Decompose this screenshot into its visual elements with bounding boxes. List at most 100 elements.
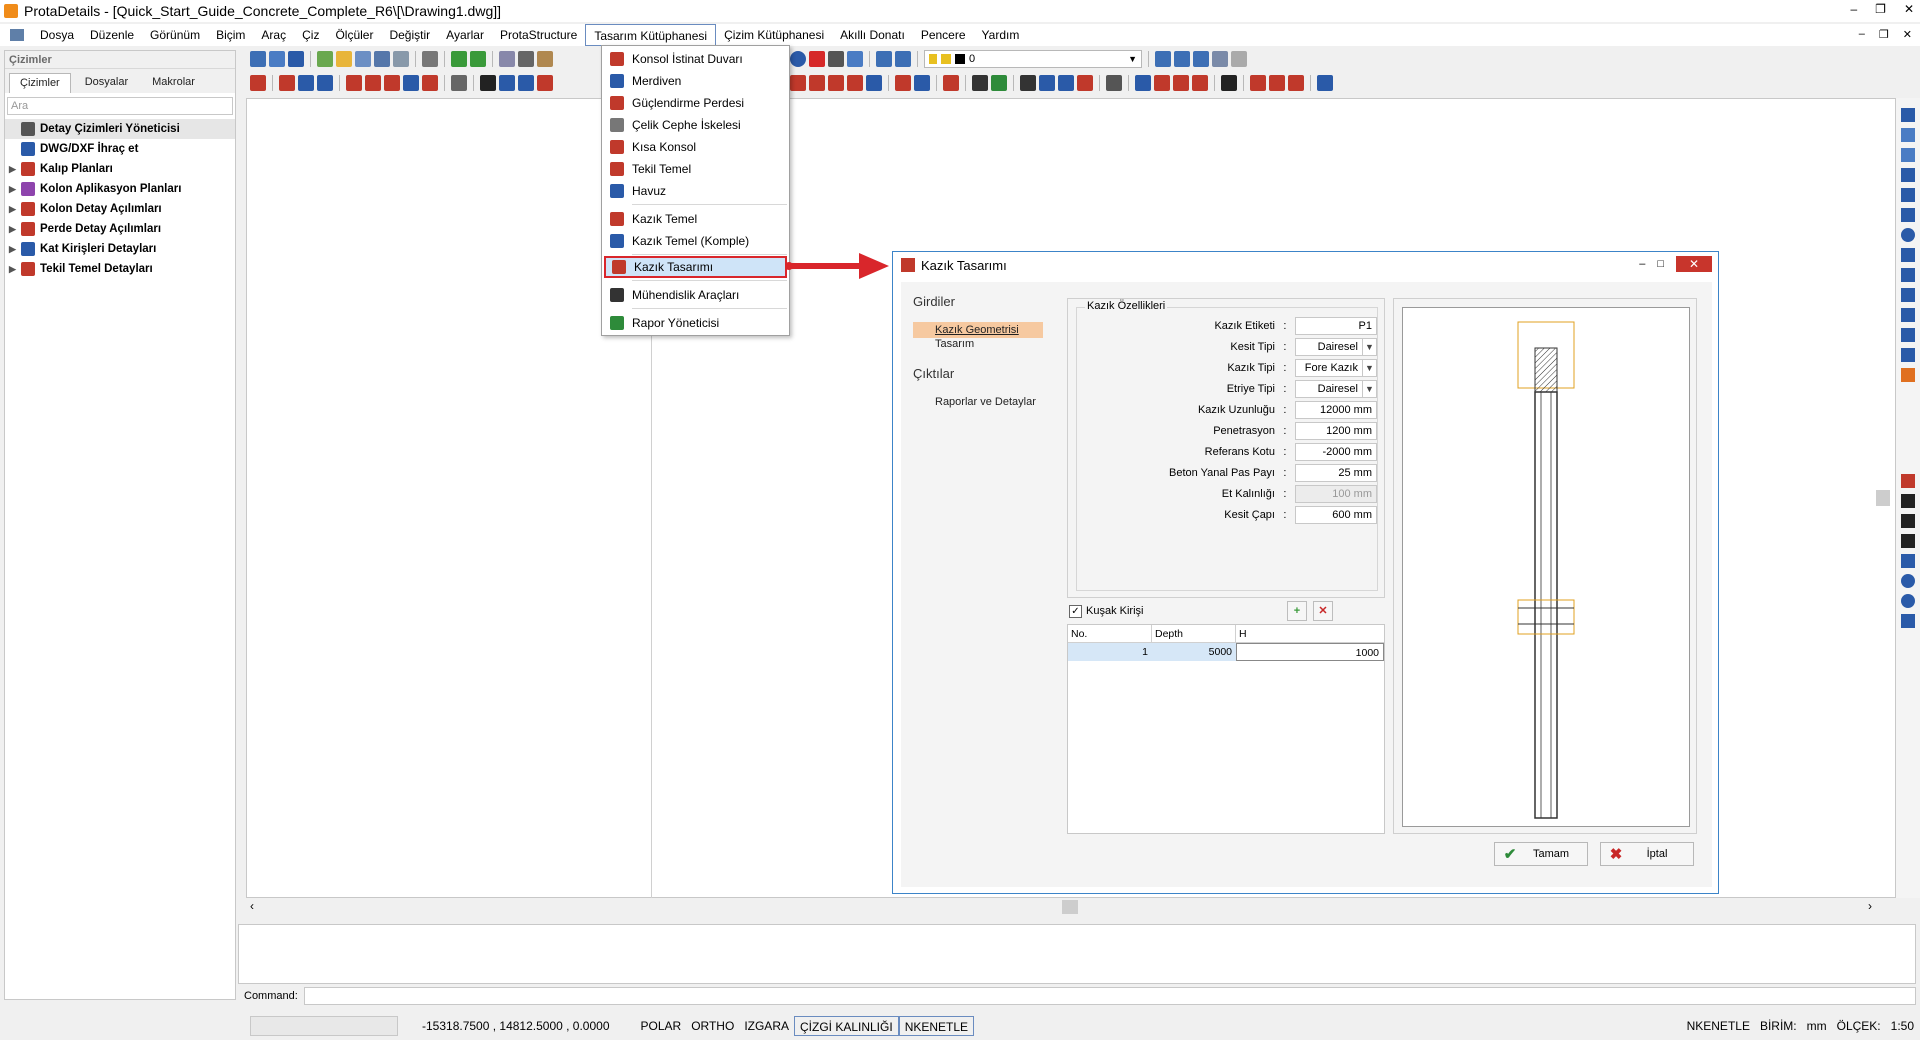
expand-arrow-icon[interactable]: ▶: [9, 244, 19, 255]
menu-cizim-kutuphanesi[interactable]: Çizim Kütüphanesi: [716, 24, 832, 46]
detail-tool-23-icon[interactable]: [991, 75, 1007, 91]
cancel-button[interactable]: ✖ İptal: [1600, 842, 1694, 866]
detail-tool-33-icon[interactable]: [1221, 75, 1237, 91]
detail-tool-19-icon[interactable]: [895, 75, 911, 91]
detail-tool-11-icon[interactable]: [499, 75, 515, 91]
dimension-tool-3-icon[interactable]: [1901, 514, 1915, 528]
chevron-down-icon[interactable]: ▼: [1361, 381, 1376, 397]
scroll-left-icon[interactable]: ‹: [250, 899, 254, 913]
paste-icon[interactable]: [537, 51, 553, 67]
menu-degistir[interactable]: Değiştir: [381, 24, 438, 46]
menu-item-merdiven[interactable]: Merdiven: [604, 70, 787, 92]
layers-icon[interactable]: [876, 51, 892, 67]
tab-cizimler[interactable]: Çizimler: [9, 73, 71, 93]
property-select[interactable]: Dairesel ▼: [1294, 380, 1377, 398]
layer-states-icon[interactable]: [895, 51, 911, 67]
close-button[interactable]: ✕: [1904, 2, 1914, 16]
layer-tool-3-icon[interactable]: [1193, 51, 1209, 67]
detail-tool-21-icon[interactable]: [943, 75, 959, 91]
toggle-izgara[interactable]: IZGARA: [739, 1016, 794, 1036]
ok-button[interactable]: ✔ Tamam: [1494, 842, 1588, 866]
rocket-icon[interactable]: [828, 51, 844, 67]
print-preview-icon[interactable]: [393, 51, 409, 67]
horizontal-scrollbar[interactable]: ‹ ›: [246, 898, 1896, 916]
point-tool-icon[interactable]: [1901, 308, 1915, 322]
new-drawing-icon[interactable]: [250, 51, 266, 67]
tree-item[interactable]: ▶ Kalıp Planları: [5, 159, 235, 179]
detail-tool-15-icon[interactable]: [809, 75, 825, 91]
detail-tool-3-icon[interactable]: [298, 75, 314, 91]
tree-item[interactable]: ▶ Kolon Detay Açılımları: [5, 199, 235, 219]
layer-tool-5-icon[interactable]: [1231, 51, 1247, 67]
detail-tool-25-icon[interactable]: [1039, 75, 1055, 91]
property-select[interactable]: Fore Kazık ▼: [1294, 359, 1377, 377]
menu-item-guclendirme-perdesi[interactable]: Güçlendirme Perdesi: [604, 92, 787, 114]
menu-dosya[interactable]: Dosya: [32, 24, 82, 46]
toggle-polar[interactable]: POLAR: [636, 1016, 687, 1036]
spline-tool-icon[interactable]: [1901, 188, 1915, 202]
arc-tool-icon[interactable]: [1901, 208, 1915, 222]
minimize-button[interactable]: –: [1850, 2, 1857, 16]
layer-dropdown[interactable]: 0 ▼: [924, 50, 1142, 68]
undo-icon[interactable]: [451, 51, 467, 67]
copy-icon[interactable]: [499, 51, 515, 67]
tree-item[interactable]: ▶ Perde Detay Açılımları: [5, 219, 235, 239]
add-row-button[interactable]: +: [1287, 601, 1307, 621]
print-icon[interactable]: [422, 51, 438, 67]
save-icon[interactable]: [355, 51, 371, 67]
mtext-tool-icon[interactable]: [1901, 288, 1915, 302]
detail-tool-27-icon[interactable]: [1077, 75, 1093, 91]
dimension-tool-2-icon[interactable]: [1901, 494, 1915, 508]
menu-duzenle[interactable]: Düzenle: [82, 24, 142, 46]
toggle-ortho[interactable]: ORTHO: [686, 1016, 739, 1036]
ellipse-tool-icon[interactable]: [1901, 248, 1915, 262]
menu-item-kazik-temel[interactable]: Kazık Temel: [604, 208, 787, 230]
detail-tool-22-icon[interactable]: [972, 75, 988, 91]
radius-dim-icon[interactable]: [1901, 574, 1915, 588]
template-icon[interactable]: [269, 51, 285, 67]
horizontal-scrollbar-thumb[interactable]: [1062, 900, 1078, 914]
property-select[interactable]: Dairesel ▼: [1294, 338, 1377, 356]
detail-tool-6-icon[interactable]: [365, 75, 381, 91]
dialog-close-button[interactable]: ✕: [1676, 256, 1712, 272]
detail-tool-1-icon[interactable]: [250, 75, 266, 91]
detail-tool-34-icon[interactable]: [1250, 75, 1266, 91]
delete-row-button[interactable]: ✕: [1313, 601, 1333, 621]
dimension-tool-4-icon[interactable]: [1901, 534, 1915, 548]
expand-arrow-icon[interactable]: ▶: [9, 264, 19, 275]
detail-tool-20-icon[interactable]: [914, 75, 930, 91]
detail-tool-4-icon[interactable]: [317, 75, 333, 91]
property-input[interactable]: -2000 mm: [1294, 443, 1377, 461]
unit-value[interactable]: mm: [1807, 1019, 1827, 1033]
property-input[interactable]: 25 mm: [1294, 464, 1377, 482]
ordinate-dim-icon[interactable]: [1901, 614, 1915, 628]
doc-close-button[interactable]: ✕: [1903, 28, 1912, 41]
diameter-dim-icon[interactable]: [1901, 594, 1915, 608]
toggle-cizgi-kalinligi[interactable]: ÇİZGİ KALINLIĞI: [793, 1016, 899, 1036]
nav-kazik-geometrisi[interactable]: Kazık Geometrisi: [913, 322, 1043, 338]
menu-protastructure[interactable]: ProtaStructure: [492, 24, 585, 46]
detail-tool-28-icon[interactable]: [1106, 75, 1122, 91]
detail-tool-17-icon[interactable]: [847, 75, 863, 91]
expand-arrow-icon[interactable]: ▶: [9, 204, 19, 215]
menu-item-muhendislik-araclari[interactable]: Mühendislik Araçları: [604, 284, 787, 306]
detail-tool-18-icon[interactable]: [866, 75, 882, 91]
menu-arac[interactable]: Araç: [253, 24, 294, 46]
detail-tool-26-icon[interactable]: [1058, 75, 1074, 91]
cell-h[interactable]: 1000: [1236, 643, 1384, 661]
detail-tool-8-icon[interactable]: [403, 75, 419, 91]
menu-item-kazik-tasarimi[interactable]: Kazık Tasarımı: [604, 256, 787, 278]
belt-beam-checkbox[interactable]: ✓: [1069, 604, 1082, 618]
menu-item-havuz[interactable]: Havuz: [604, 180, 787, 202]
text-tool-icon[interactable]: [1901, 268, 1915, 282]
doc-restore-button[interactable]: ❐: [1879, 28, 1889, 41]
snap-mode[interactable]: NKENETLE: [1687, 1019, 1750, 1033]
region-tool-icon[interactable]: [1901, 348, 1915, 362]
detail-tool-5-icon[interactable]: [346, 75, 362, 91]
detail-tool-29-icon[interactable]: [1135, 75, 1151, 91]
video-icon[interactable]: [809, 51, 825, 67]
menu-item-kazik-temel-komple[interactable]: Kazık Temel (Komple): [604, 230, 787, 252]
dimension-tool-5-icon[interactable]: [1901, 554, 1915, 568]
layer-tool-4-icon[interactable]: [1212, 51, 1228, 67]
image-tool-icon[interactable]: [1901, 368, 1915, 382]
